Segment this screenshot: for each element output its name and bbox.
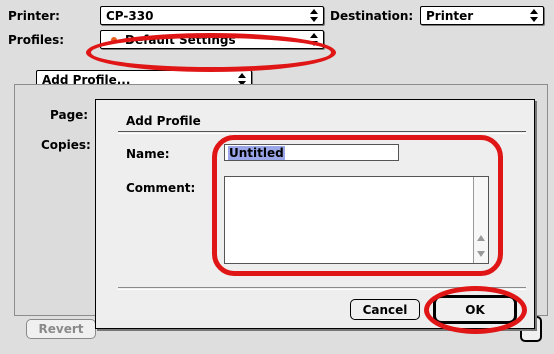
profiles-highlight-ellipse: [86, 33, 336, 72]
printer-label: Printer:: [8, 9, 60, 23]
destination-label: Destination:: [330, 9, 414, 23]
comment-label: Comment:: [126, 181, 196, 195]
printer-value: CP-330: [106, 8, 154, 23]
sheet-title: Add Profile: [126, 114, 201, 128]
ok-highlight-ellipse: [424, 286, 527, 334]
cancel-button[interactable]: Cancel: [350, 299, 420, 320]
profiles-label: Profiles:: [8, 33, 65, 47]
copies-label: Copies:: [41, 138, 91, 152]
name-label: Name:: [126, 147, 170, 161]
revert-button[interactable]: Revert: [26, 319, 96, 339]
destination-popup[interactable]: Printer: [420, 6, 544, 25]
title-divider: [118, 131, 526, 134]
page-label: Page:: [50, 108, 89, 122]
popup-arrows-icon: [310, 9, 320, 22]
printer-popup[interactable]: CP-330: [100, 6, 324, 25]
popup-arrows-icon: [530, 9, 540, 22]
destination-value: Printer: [426, 8, 474, 23]
name-comment-highlight-box: [212, 135, 503, 276]
